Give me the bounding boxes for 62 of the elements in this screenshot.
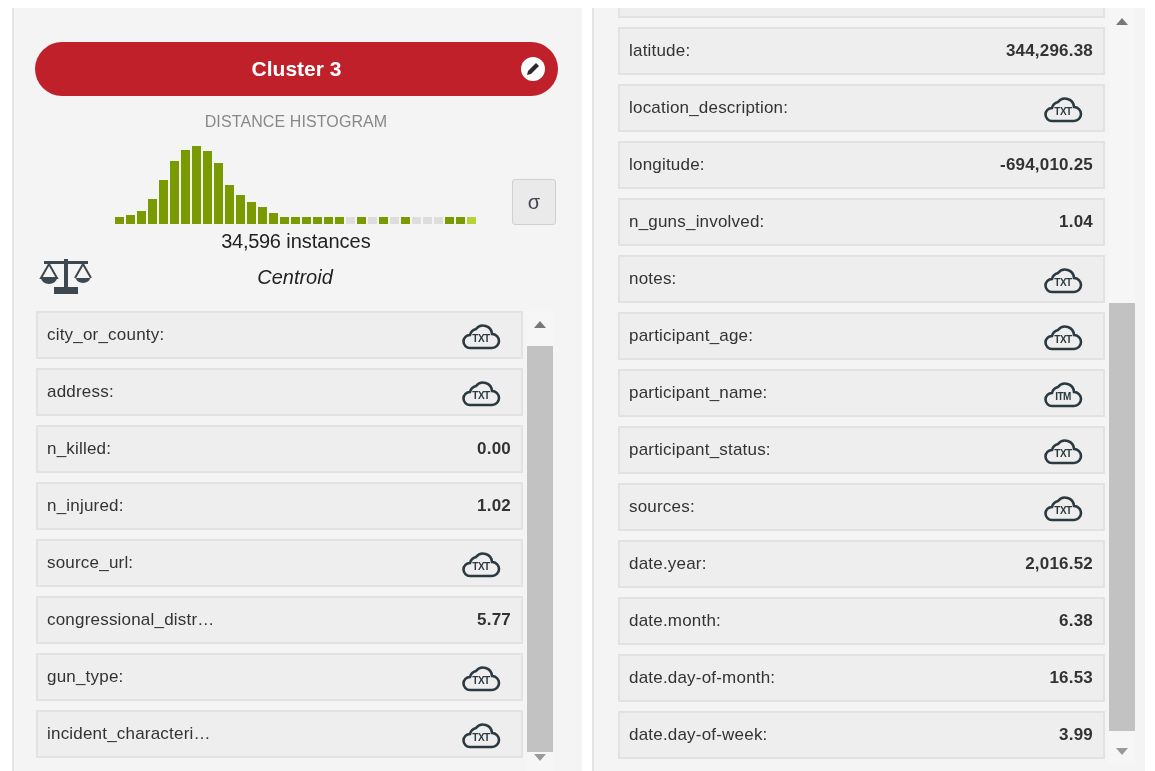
histogram-bar: [456, 217, 465, 224]
field-label: participant_age:: [629, 326, 754, 346]
field-label: longitude:: [629, 155, 705, 175]
sigma-button[interactable]: σ: [512, 179, 556, 225]
field-value: 16.53: [1049, 668, 1093, 688]
field-value: 5.77: [477, 610, 511, 630]
field-label: sources:: [629, 497, 695, 517]
histogram-bar: [324, 217, 333, 224]
histogram-bar: [236, 195, 245, 224]
histogram-bar: [214, 163, 223, 224]
histogram-bar: [269, 213, 278, 224]
histogram-bar: [148, 199, 157, 224]
field-label: participant_name:: [629, 383, 768, 403]
field-value: 6.38: [1059, 611, 1093, 631]
field-label: city_or_county:: [47, 325, 165, 345]
instances-count: 34,596 instances: [220, 230, 372, 253]
field-label: address:: [47, 382, 114, 402]
field-label: participant_status:: [629, 440, 771, 460]
field-label: n_injured:: [47, 496, 124, 516]
scale-icon[interactable]: [39, 256, 93, 296]
field-label: gun_type:: [47, 667, 124, 687]
histogram-bar: [170, 161, 179, 224]
field-label: source_url:: [47, 553, 134, 573]
histogram-bar: [302, 217, 311, 224]
field-label: date.year:: [629, 554, 707, 574]
histogram-bar: [357, 217, 366, 224]
field-value: 2,016.52: [1025, 554, 1093, 574]
histogram-bar: [335, 217, 344, 224]
histogram-bar: [445, 217, 454, 224]
field-value: 1.02: [477, 496, 511, 516]
field-value: 344,296.38: [1005, 41, 1093, 61]
histogram-bar: [137, 211, 146, 224]
histogram-bar: [280, 217, 289, 224]
field-label: congressional_distr…: [47, 610, 215, 630]
field-label: incident_characteri…: [47, 724, 211, 744]
field-label: latitude:: [629, 41, 691, 61]
histogram-bar: [159, 180, 168, 224]
histogram-bar: [291, 217, 300, 224]
field-label: date.day-of-month:: [629, 668, 776, 688]
field-value: 0.00: [477, 439, 511, 459]
histogram-bar: [467, 217, 476, 224]
histogram-bar: [115, 217, 124, 224]
field-value: -694,010.25: [1000, 155, 1093, 175]
field-label: notes:: [629, 269, 677, 289]
field-label: location_description:: [629, 98, 789, 118]
centroid-label: Centroid: [256, 266, 335, 289]
field-label: n_guns_involved:: [629, 212, 765, 232]
histogram-bar: [225, 185, 234, 224]
histogram-bar: [401, 217, 410, 224]
edit-icon[interactable]: [520, 56, 546, 82]
histogram-bar: [313, 217, 322, 224]
histogram-bar: [247, 202, 256, 224]
field-value: 1.04: [1059, 212, 1093, 232]
cluster-title: Cluster 3: [251, 57, 342, 81]
field-label: n_killed:: [47, 439, 112, 459]
field-label: date.month:: [629, 611, 721, 631]
field-value: 3.99: [1059, 725, 1093, 745]
histogram-title: DISTANCE HISTOGRAM: [203, 113, 389, 131]
histogram-bar: [126, 215, 135, 224]
histogram-bar: [379, 217, 388, 224]
field-label: date.day-of-week:: [629, 725, 768, 745]
histogram-bar: [258, 207, 267, 224]
